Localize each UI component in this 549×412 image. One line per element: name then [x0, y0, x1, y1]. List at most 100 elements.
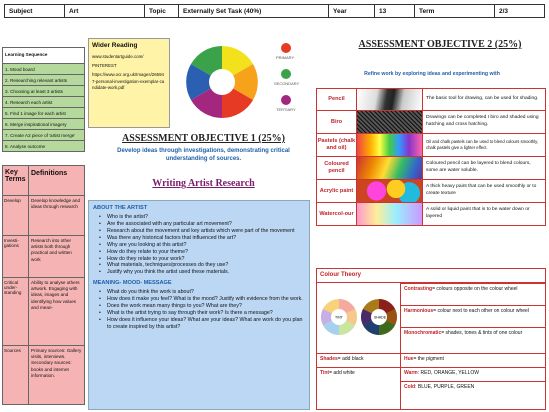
- material-name: Pencil: [317, 89, 357, 110]
- material-row: Acrylic paint A thick heavy paint that c…: [316, 180, 546, 203]
- year-label: Year: [329, 5, 375, 17]
- term-tints: Tint= add white: [317, 367, 400, 409]
- ao2-heading: ASSESSMENT OBJECTIVE 2 (25%): [358, 39, 522, 50]
- ao1-heading: ASSESSMENT OBJECTIVE 1 (25%): [122, 133, 285, 144]
- material-name: Acrylic paint: [317, 180, 357, 202]
- definitions-header: Definitions: [29, 166, 84, 195]
- ao1-subtitle: Develop ideas through investigations, de…: [117, 148, 290, 162]
- secondary-label: SECONDARY: [274, 81, 300, 86]
- sequence-item: 6. Merge inspirational imagery: [2, 119, 85, 130]
- term-cell: Sources: [3, 346, 29, 404]
- shade-label: SHADE: [374, 316, 387, 320]
- material-description: Oil and chalk pastels can be used to ble…: [426, 139, 539, 150]
- material-name: Pastels (chalk and oil): [317, 134, 357, 156]
- term-harmonious: Harmonious= colour next to each other on…: [400, 305, 546, 327]
- term-value: = add black: [337, 356, 364, 362]
- materials-table: Pencil The basic tool for drawing, can b…: [316, 88, 546, 226]
- material-name: Biro: [317, 111, 357, 133]
- list-item: How do they relate to your work?: [93, 256, 305, 263]
- term-value: = shades, tones & tints of one colour: [441, 330, 523, 336]
- tint-wheel-icon: TINT: [321, 299, 357, 335]
- pastels-image: [357, 134, 423, 156]
- list-item: Does the work mean many things to you? W…: [93, 303, 305, 310]
- wider-reading-title: Wider Reading: [92, 42, 138, 49]
- term-value: = the pigment: [413, 356, 444, 362]
- pencil-image: [357, 89, 423, 110]
- list-item: How does it make you feel? What is the m…: [93, 296, 305, 303]
- term-contrasting: Contrasting= colours opposite on the col…: [400, 283, 546, 305]
- research-box: ABOUT THE ARTIST Who is the artist? Are …: [88, 200, 310, 410]
- term-cell: Investi-gations: [3, 236, 29, 277]
- colour-wheel-icon: [186, 46, 258, 118]
- material-name: Coloured pencil: [317, 157, 357, 179]
- material-name: Watercol-our: [317, 203, 357, 225]
- wider-reading-box: Wider Reading www.studentartguide.com/ P…: [88, 38, 170, 128]
- reading-link[interactable]: https://www.ocr.org.uk/Images/265947-per…: [92, 72, 166, 90]
- key-terms-header: Key Terms: [3, 166, 29, 195]
- coloured-pencil-image: [357, 157, 423, 179]
- subject-value: Art: [65, 5, 145, 17]
- material-row: Pastels (chalk and oil) Oil and chalk pa…: [316, 134, 546, 157]
- sequence-item: 3. Choosing at least 3 artists: [2, 86, 85, 97]
- term-key: Contrasting: [404, 286, 433, 292]
- term-hue: Hue= the pigment: [400, 353, 546, 367]
- writing-research-heading: Writing Artist Research: [152, 178, 255, 189]
- about-list: Who is the artist? Are the associated wi…: [93, 214, 305, 276]
- year-value: 13: [375, 5, 415, 17]
- sequence-item: 7. Create A3 piece of 'artist merge': [2, 130, 85, 141]
- definition-cell: Research into other artists both through…: [29, 236, 84, 277]
- meaning-title: MEANING- MOOD- MESSAGE: [93, 280, 172, 287]
- biro-image: [357, 111, 423, 133]
- material-row: Pencil The basic tool for drawing, can b…: [316, 88, 546, 111]
- term-key: Tint: [320, 370, 330, 376]
- term-key: Monochromatic: [404, 330, 442, 336]
- term-key: Harmonious: [404, 308, 434, 314]
- material-row: Coloured pencil Coloured pencil can be l…: [316, 157, 546, 180]
- term-monochromatic: Monochromatic= shades, tones & tints of …: [400, 327, 546, 353]
- about-artist-title: ABOUT THE ARTIST: [93, 205, 148, 211]
- meaning-list: What do you think the work is about? How…: [93, 289, 305, 330]
- term-warm: Warm: RED, ORANGE, YELLOW: [400, 367, 546, 381]
- term-value: = colours opposite on the colour wheel: [432, 286, 518, 292]
- list-item: What materials, techniques/processes do …: [93, 262, 305, 269]
- acrylic-paint-image: [357, 180, 423, 202]
- material-row: Watercol-our A solid or liquid paint tha…: [316, 203, 546, 226]
- list-item: Who is the artist?: [93, 214, 305, 221]
- colour-wheel-image: PRIMARY SECONDARY TERTIARY: [176, 36, 306, 128]
- term-value: = colour next to each other on colour wh…: [433, 308, 529, 314]
- sequence-item: 5. Find 1 image for each artist: [2, 108, 85, 119]
- material-description: Drawings can be completed I biro and sha…: [426, 115, 539, 127]
- tint-label: TINT: [335, 316, 344, 320]
- material-row: Biro Drawings can be completed I biro an…: [316, 111, 546, 134]
- sequence-item: 1. Mood board: [2, 64, 85, 75]
- ao2-subtitle: Refine work by exploring ideas and exper…: [364, 71, 500, 77]
- subject-label: Subject: [5, 5, 65, 17]
- sequence-item: 4. Research each artist: [2, 97, 85, 108]
- header-bar: Subject Art Topic Externally Set Task (4…: [4, 4, 545, 18]
- primary-label: PRIMARY: [276, 55, 294, 60]
- definition-cell: Develop knowledge and ideas through rese…: [29, 196, 84, 235]
- watercolour-image: [357, 203, 423, 225]
- term-key: Shades: [320, 356, 338, 362]
- list-item: How does it influence your ideas? What a…: [93, 317, 305, 331]
- tertiary-label: TERTIARY: [276, 107, 296, 112]
- definition-cell: Primary sources: Gallery visits, intervi…: [29, 346, 84, 404]
- shade-wheel-icon: SHADE: [361, 299, 397, 335]
- term-key: Warm: [404, 370, 418, 376]
- term-label: Term: [415, 5, 495, 17]
- term-shades: Shades= add black: [317, 353, 400, 367]
- sequence-item: 8. Analyse outcome: [2, 141, 85, 152]
- material-description: The basic tool for drawing, can be used …: [426, 96, 539, 102]
- reading-link[interactable]: www.studentartguide.com/: [92, 54, 166, 60]
- tint-shade-wheels-image: TINT SHADE: [321, 299, 397, 335]
- material-description: A solid or liquid paint that is to be wa…: [426, 207, 530, 219]
- reading-link[interactable]: PINTEREST: [92, 63, 166, 69]
- learning-sequence: Learning Sequence 1. Mood board 2. Resea…: [2, 47, 85, 152]
- list-item: What do you think the work is about?: [93, 289, 305, 296]
- term-value: 2/3: [499, 8, 509, 15]
- sequence-item: 2. Researching relevant artists: [2, 75, 85, 86]
- term-cell: Develop: [3, 196, 29, 235]
- term-cell: Critical under-standing: [3, 278, 29, 345]
- colour-theory-title: Colour Theory: [317, 269, 545, 283]
- list-item: Was there any historical factors that in…: [93, 235, 305, 242]
